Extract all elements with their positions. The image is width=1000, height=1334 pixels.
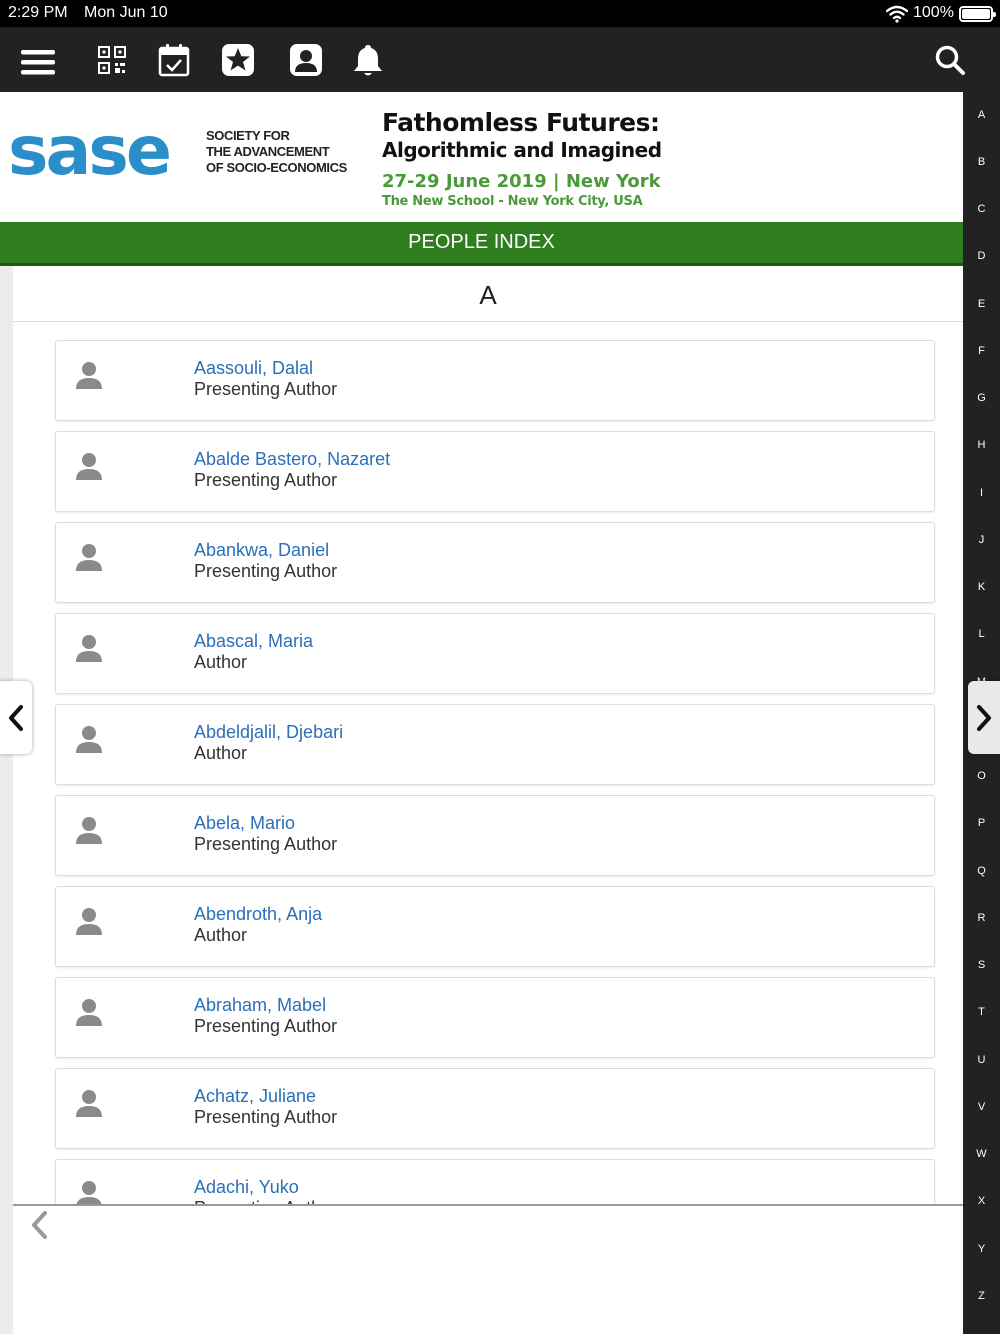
wifi-icon [886, 5, 908, 23]
person-card[interactable]: Abankwa, Daniel Presenting Author [55, 522, 935, 603]
people-list: Aassouli, Dalal Presenting Author Abalde… [13, 322, 963, 1204]
person-name[interactable]: Abankwa, Daniel [194, 540, 329, 561]
battery-percent: 100% [913, 4, 954, 21]
alpha-letter[interactable]: J [963, 534, 1000, 546]
person-icon [76, 1181, 102, 1204]
person-role: Presenting Author [194, 1107, 338, 1127]
status-date: Mon Jun 10 [84, 4, 168, 21]
alpha-letter[interactable]: Z [963, 1290, 1000, 1302]
menu-icon[interactable] [18, 27, 58, 92]
alpha-letter[interactable]: E [963, 298, 1000, 310]
chevron-left-icon [9, 704, 23, 731]
chevron-right-icon [977, 704, 991, 731]
person-name[interactable]: Abdeldjalil, Djebari [194, 722, 343, 743]
person-card[interactable]: Abela, Mario Presenting Author [55, 795, 935, 876]
person-card[interactable]: Abdeldjalil, Djebari Author [55, 704, 935, 785]
conference-venue: The New School - New York City, USA [382, 194, 643, 209]
person-name[interactable]: Abraham, Mabel [194, 995, 326, 1016]
org-name-line: OF SOCIO-ECONOMICS [206, 160, 347, 175]
alpha-letter[interactable]: V [963, 1101, 1000, 1113]
person-icon [76, 1090, 102, 1117]
alpha-letter[interactable]: I [963, 487, 1000, 499]
person-icon [76, 817, 102, 844]
person-name[interactable]: Abascal, Maria [194, 631, 313, 652]
person-icon [76, 635, 102, 662]
org-name-line: SOCIETY FOR [206, 128, 290, 143]
person-name[interactable]: Achatz, Juliane [194, 1086, 316, 1107]
alpha-letter[interactable]: C [963, 203, 1000, 215]
person-icon [76, 544, 102, 571]
person-card[interactable]: Abascal, Maria Author [55, 613, 935, 694]
person-icon [76, 726, 102, 753]
alpha-letter[interactable]: W [963, 1148, 1000, 1160]
conference-subtitle: Algorithmic and Imagined [382, 138, 662, 162]
status-bar: 2:29 PM Mon Jun 10 100% [0, 0, 1000, 27]
alpha-letter[interactable]: B [963, 156, 1000, 168]
person-role: Presenting Author [194, 470, 338, 490]
alpha-letter[interactable]: P [963, 817, 1000, 829]
alpha-letter[interactable]: D [963, 250, 1000, 262]
person-icon [76, 908, 102, 935]
alpha-letter[interactable]: K [963, 581, 1000, 593]
alpha-letter[interactable]: A [963, 109, 1000, 121]
battery-icon [959, 6, 996, 22]
person-name[interactable]: Aassouli, Dalal [194, 358, 313, 379]
person-icon [76, 999, 102, 1026]
letter-heading: A [13, 268, 963, 322]
section-title: PEOPLE INDEX [0, 222, 963, 266]
alpha-letter[interactable]: F [963, 345, 1000, 357]
person-icon [76, 362, 102, 389]
star-badge-icon[interactable] [220, 27, 256, 92]
person-card[interactable]: Achatz, Juliane Presenting Author [55, 1068, 935, 1149]
org-name: SOCIETY FOR THE ADVANCEMENT OF SOCIO-ECO… [206, 128, 347, 176]
next-page-button[interactable] [968, 681, 1000, 754]
alpha-letter[interactable]: X [963, 1195, 1000, 1207]
previous-page-button[interactable] [0, 681, 32, 754]
alpha-letter[interactable]: S [963, 959, 1000, 971]
person-role: Presenting Author [194, 561, 338, 581]
alpha-letter[interactable]: T [963, 1006, 1000, 1018]
calendar-check-icon[interactable] [157, 27, 191, 92]
status-time: 2:29 PM [8, 4, 68, 21]
alpha-letter[interactable]: O [963, 770, 1000, 782]
alpha-letter[interactable]: R [963, 912, 1000, 924]
search-icon[interactable] [933, 27, 967, 92]
top-toolbar [0, 27, 1000, 92]
person-role: Presenting Author [194, 1016, 338, 1036]
person-name[interactable]: Abalde Bastero, Nazaret [194, 449, 390, 470]
org-name-line: THE ADVANCEMENT [206, 144, 330, 159]
profile-icon[interactable] [288, 27, 324, 92]
person-role: Author [194, 652, 248, 672]
person-role: Presenting Author [194, 379, 338, 399]
person-icon [76, 453, 102, 480]
person-card[interactable]: Abendroth, Anja Author [55, 886, 935, 967]
person-card[interactable]: Abalde Bastero, Nazaret Presenting Autho… [55, 431, 935, 512]
sase-logo: sase [8, 112, 172, 191]
alpha-letter[interactable]: L [963, 628, 1000, 640]
alpha-letter[interactable]: U [963, 1054, 1000, 1066]
person-name[interactable]: Abendroth, Anja [194, 904, 322, 925]
person-role: Author [194, 925, 248, 945]
person-card[interactable]: Aassouli, Dalal Presenting Author [55, 340, 935, 421]
bottom-bar [13, 1204, 963, 1334]
person-role: Author [194, 743, 248, 763]
bell-icon[interactable] [352, 27, 384, 92]
person-name[interactable]: Adachi, Yuko [194, 1177, 299, 1198]
conference-dates: 27-29 June 2019 | New York [382, 171, 661, 192]
qr-code-icon[interactable] [97, 27, 127, 92]
person-name[interactable]: Abela, Mario [194, 813, 295, 834]
alpha-letter[interactable]: H [963, 439, 1000, 451]
conference-title: Fathomless Futures: [382, 108, 660, 137]
person-card[interactable]: Adachi, Yuko Presenting Author [55, 1159, 935, 1204]
alpha-letter[interactable]: Y [963, 1243, 1000, 1255]
alpha-letter[interactable]: Q [963, 865, 1000, 877]
person-card[interactable]: Abraham, Mabel Presenting Author [55, 977, 935, 1058]
person-role: Presenting Author [194, 834, 338, 854]
alpha-letter[interactable]: G [963, 392, 1000, 404]
back-arrow-icon[interactable] [27, 1210, 51, 1240]
